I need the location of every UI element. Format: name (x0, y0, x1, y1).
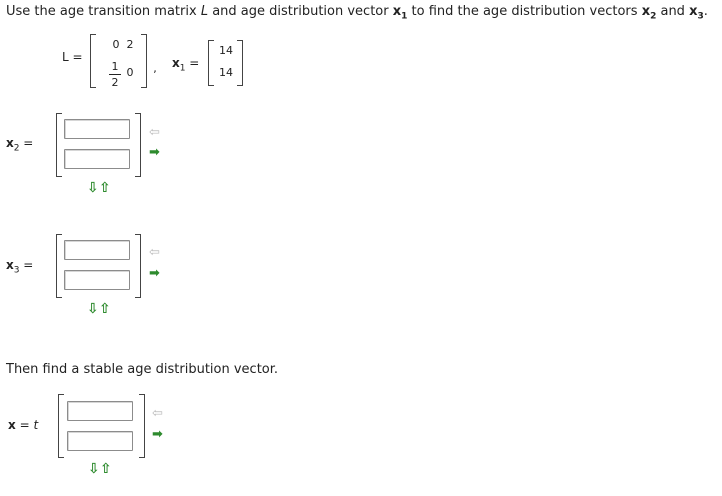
x3-entry-1-input[interactable] (64, 240, 130, 260)
x2-down-arrow-icon[interactable]: ⇩ (87, 181, 99, 195)
stable-left-arrow-icon[interactable]: ⇦ (152, 407, 163, 420)
x2-entry-1-input[interactable] (64, 119, 130, 139)
x3-label: x3 = (6, 258, 34, 276)
fraction-numerator: 1 (111, 60, 119, 73)
x3-left-arrow-icon[interactable]: ⇦ (149, 246, 160, 259)
x2-up-arrow-icon[interactable]: ⇧ (99, 181, 111, 195)
vector-x1-label: x1 = (172, 56, 200, 74)
stable-prompt: Then find a stable age distribution vect… (6, 362, 279, 377)
x2-left-bracket (56, 113, 62, 177)
stable-down-arrow-icon[interactable]: ⇩ (88, 462, 100, 476)
stable-right-bracket (139, 394, 145, 458)
vector-x1-value-1: 14 (219, 44, 233, 57)
x3-left-bracket (56, 234, 62, 298)
x3-right-bracket (135, 234, 141, 298)
matrix-l-r1c2: 2 (126, 38, 134, 51)
fraction-denominator: 2 (111, 76, 119, 89)
matrix-l-right-bracket (141, 34, 147, 88)
stable-x-label: x = t (8, 418, 39, 432)
x3-right-arrow-icon[interactable]: ➡ (149, 267, 160, 280)
vector-x1-right-bracket (237, 40, 243, 86)
stable-entry-2-input[interactable] (67, 431, 133, 451)
x2-label: x2 = (6, 136, 34, 154)
matrix-l-r2c2: 0 (126, 66, 134, 79)
x3-entry-2-input[interactable] (64, 270, 130, 290)
x2-right-bracket (135, 113, 141, 177)
stable-right-arrow-icon[interactable]: ➡ (152, 428, 163, 441)
fraction-bar (109, 74, 121, 75)
separator-comma: , (153, 62, 157, 75)
matrix-l-r1c1: 0 (112, 38, 120, 51)
x2-right-arrow-icon[interactable]: ➡ (149, 146, 160, 159)
matrix-l-label: L = (62, 50, 83, 64)
question-text: Use the age transition matrix L and age … (6, 4, 708, 22)
stable-left-bracket (58, 394, 64, 458)
x2-left-arrow-icon[interactable]: ⇦ (149, 126, 160, 139)
matrix-l-r2c1-fraction: 1 2 (109, 60, 121, 89)
x3-down-arrow-icon[interactable]: ⇩ (87, 302, 99, 316)
vector-x1-left-bracket (208, 40, 214, 86)
matrix-l-left-bracket (90, 34, 96, 88)
stable-up-arrow-icon[interactable]: ⇧ (100, 462, 112, 476)
stable-entry-1-input[interactable] (67, 401, 133, 421)
x2-entry-2-input[interactable] (64, 149, 130, 169)
x3-up-arrow-icon[interactable]: ⇧ (99, 302, 111, 316)
vector-x1-value-2: 14 (219, 66, 233, 79)
